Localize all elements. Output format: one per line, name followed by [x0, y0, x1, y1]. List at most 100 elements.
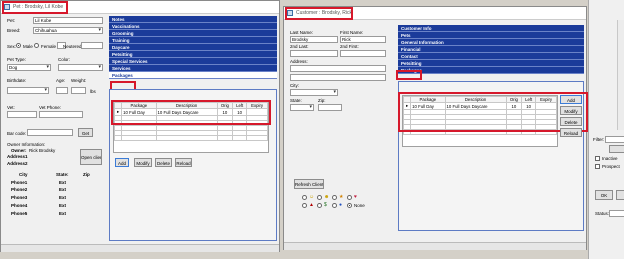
customer-reload-button[interactable]: Reload [560, 128, 582, 137]
open-client-button[interactable]: Open client [80, 149, 102, 165]
secondary-button[interactable] [616, 190, 624, 200]
prospect-checkbox[interactable] [595, 164, 600, 169]
customer-nav: Customer Info Pets General Information F… [398, 25, 584, 74]
vertical-scrollbar[interactable] [617, 20, 624, 130]
phone5-label: Phone5 [11, 211, 28, 216]
status-radio-5[interactable] [302, 203, 307, 208]
filter-field[interactable] [605, 136, 624, 143]
phone1-ext: Ext [59, 180, 67, 185]
customer-add-button[interactable]: Add [560, 95, 582, 104]
sex-female-radio[interactable] [34, 43, 39, 48]
status-radio-none[interactable] [347, 203, 352, 208]
nav-customer-info[interactable]: Customer Info [398, 25, 584, 32]
sex-male-radio[interactable] [16, 43, 21, 48]
neutered-extra-field[interactable] [81, 42, 103, 49]
nav-notes[interactable]: Notes [109, 16, 277, 23]
filter-label: Filter: [593, 137, 605, 142]
color-select[interactable] [58, 64, 103, 71]
pet-add-button[interactable]: Add [115, 158, 129, 167]
status-radio-4[interactable] [347, 195, 352, 200]
customer-window: Customer : Brodsky, Rick Last Name: Firs… [283, 6, 588, 250]
nav-petsitting[interactable]: Petsitting [398, 60, 584, 67]
phone5-ext: Ext [59, 211, 67, 216]
zip-label: Zip [83, 172, 90, 177]
pet-name-field[interactable]: Lil Kobe [33, 17, 103, 24]
nav-daycare[interactable]: Daycare [109, 44, 277, 51]
birthdate-picker[interactable] [7, 87, 49, 94]
second-last-label: 2nd Last: [290, 44, 309, 49]
pet-status-bar [1, 244, 279, 252]
background-window: Filter: Inactive Prospect OK Status: [588, 0, 624, 259]
pet-modify-button[interactable]: Modify [134, 158, 152, 167]
second-last-field[interactable] [290, 50, 338, 57]
barcode-field[interactable] [27, 129, 73, 136]
last-name-field[interactable]: Brodsky [290, 36, 338, 43]
ok-button[interactable]: OK [595, 190, 613, 200]
weight-field[interactable] [71, 87, 86, 94]
nav-financial[interactable]: Financial [398, 46, 584, 53]
customer-delete-button[interactable]: Delete [560, 117, 582, 126]
pet-type-label: Pet Type: [7, 57, 26, 62]
address-line1-field[interactable] [290, 65, 386, 72]
birthdate-label: Birthdate: [7, 78, 27, 83]
first-name-field[interactable]: Rick [340, 36, 386, 43]
state-label: State: [290, 98, 302, 103]
inactive-checkbox[interactable] [595, 156, 600, 161]
get-button[interactable]: Get [78, 128, 93, 137]
nav-packages[interactable]: Packages [109, 72, 277, 79]
phone4-label: Phone4 [11, 203, 28, 208]
nav-special-services[interactable]: Special Services [109, 58, 277, 65]
status-radio-3[interactable] [332, 195, 337, 200]
phone4-ext: Ext [59, 203, 67, 208]
nav-contact[interactable]: Contact [398, 53, 584, 60]
barcode-label: Bar code: [7, 131, 27, 136]
last-name-label: Last Name: [290, 30, 314, 35]
zip-field[interactable] [318, 104, 342, 111]
age-field[interactable] [56, 87, 68, 94]
neutered-label: Neutered [63, 44, 82, 49]
nav-general-information[interactable]: General Information [398, 39, 584, 46]
status-radio-6[interactable] [317, 203, 322, 208]
customer-modify-button[interactable]: Modify [560, 106, 582, 115]
nav-petsitting[interactable]: Petsitting [109, 51, 277, 58]
pet-grid-highlight [111, 100, 271, 125]
pet-window: Pet : Brodsky, Lil Kobe Pet: Lil Kobe Br… [0, 0, 280, 252]
pet-label: Pet: [7, 18, 16, 23]
title-highlight [2, 1, 68, 14]
phone2-ext: Ext [59, 187, 67, 192]
second-first-field[interactable] [340, 50, 386, 57]
pet-nav: Notes Vaccinations Grooming Training Day… [109, 16, 277, 79]
customer-packages-highlight [396, 70, 422, 80]
nav-pets[interactable]: Pets [398, 32, 584, 39]
status-radio-2[interactable] [317, 195, 322, 200]
vet-phone-field[interactable] [39, 111, 83, 118]
nav-training[interactable]: Training [109, 37, 277, 44]
filter-button[interactable] [609, 145, 624, 153]
prospect-label: Prospect [602, 164, 620, 169]
breed-select[interactable]: Chihuahua [33, 27, 103, 34]
status-field[interactable] [609, 210, 624, 217]
nav-services[interactable]: Services [109, 65, 277, 72]
vet-field[interactable] [7, 111, 37, 118]
nav-packages[interactable]: Packages [398, 67, 584, 74]
sex-female-label: Female [41, 44, 57, 49]
sex-label: Sex: [7, 44, 17, 49]
state-select[interactable] [290, 104, 314, 111]
state-label: State: [56, 172, 69, 177]
sex-male-label: Male [23, 44, 33, 49]
owner-info-label: Owner Information: [7, 142, 46, 147]
nav-grooming[interactable]: Grooming [109, 30, 277, 37]
pet-reload-button[interactable]: Reload [175, 158, 192, 167]
none-label: None [354, 203, 365, 208]
refresh-client-button[interactable]: Refresh Client [294, 179, 324, 189]
status-radio-7[interactable] [332, 203, 337, 208]
address-line2-field[interactable] [290, 74, 386, 81]
weight-unit: lbs [90, 89, 96, 94]
status-radio-1[interactable] [302, 195, 307, 200]
pet-type-select[interactable]: Dog [7, 64, 51, 71]
phone3-ext: Ext [59, 195, 67, 200]
pet-delete-button[interactable]: Delete [155, 158, 172, 167]
age-label: Age: [56, 78, 66, 83]
city-select[interactable] [290, 89, 338, 96]
nav-vaccinations[interactable]: Vaccinations [109, 23, 277, 30]
